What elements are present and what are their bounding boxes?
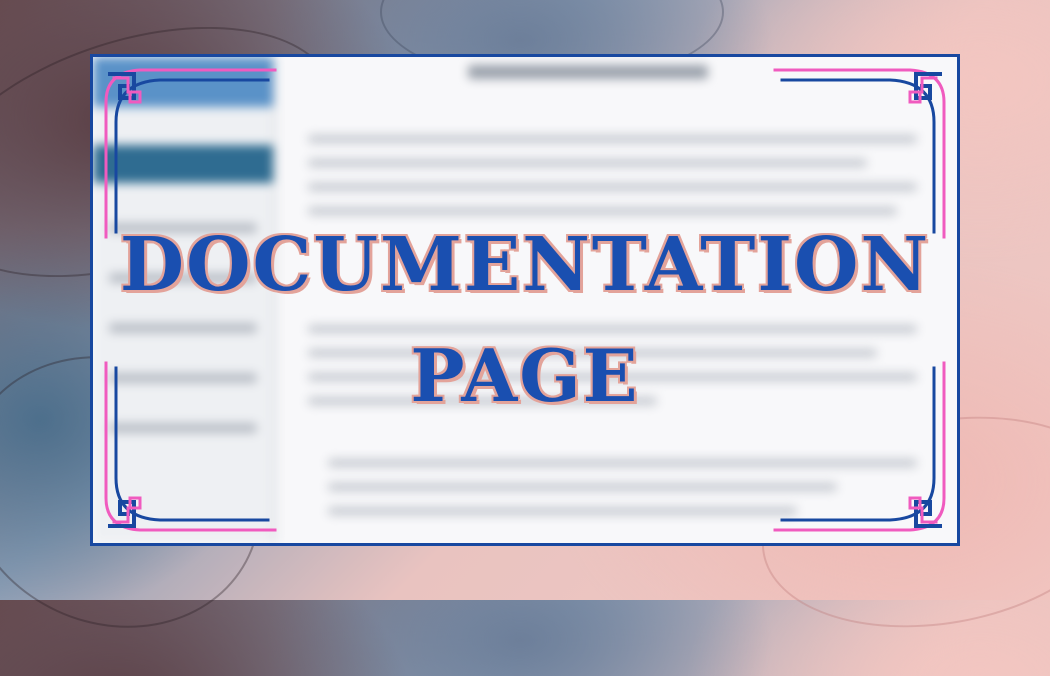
- fret-corner-icon: [773, 68, 946, 239]
- fret-corner-icon: [104, 68, 277, 239]
- banner-title-line-1: DOCUMENTATION: [119, 222, 931, 308]
- banner-title-line-2: PAGE: [409, 333, 640, 418]
